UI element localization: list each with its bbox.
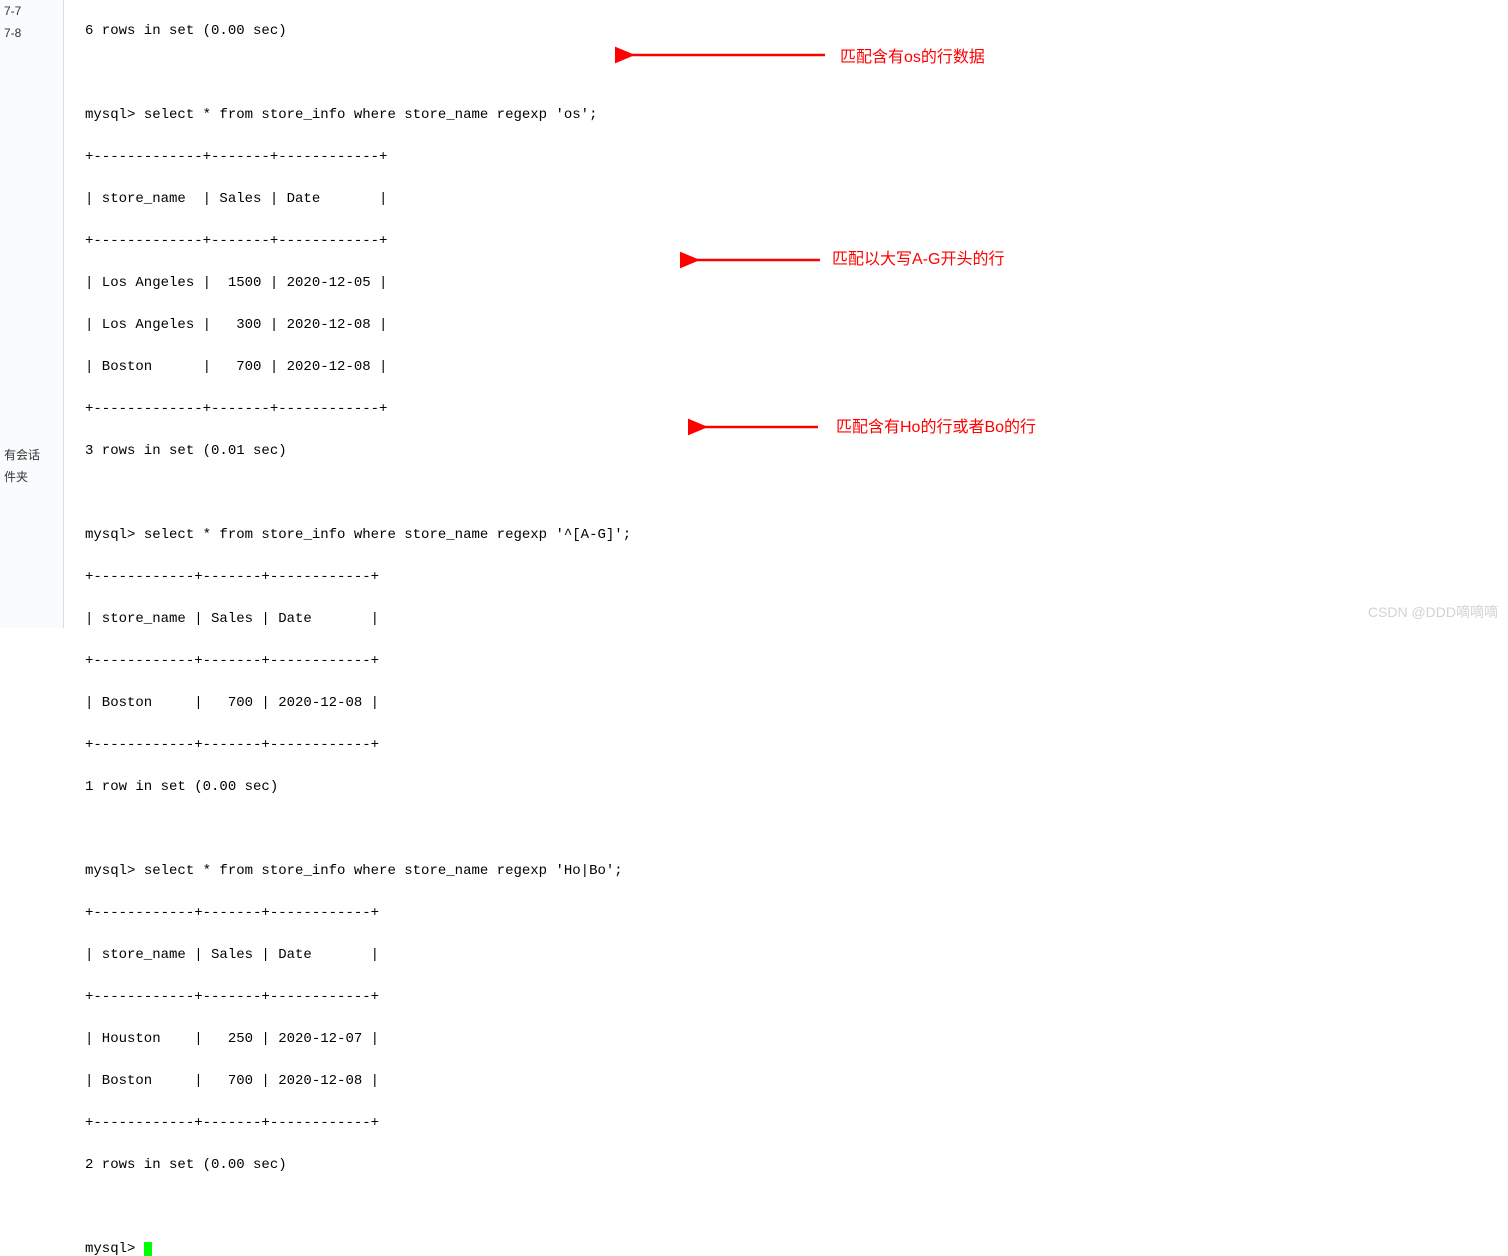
status-line: 6 rows in set (0.00 sec) [85,21,631,42]
table-row: | Boston | 700 | 2020-12-08 | [85,1071,631,1092]
mysql-prompt: mysql> [85,107,144,123]
query-line-2: mysql> select * from store_info where st… [85,525,631,546]
arrow-icon-1 [615,40,835,70]
blank-line [85,819,631,840]
table-header: | store_name | Sales | Date | [85,945,631,966]
mysql-prompt: mysql> [85,1241,144,1256]
arrow-icon-3 [688,412,828,442]
query-line-1: mysql> select * from store_info where st… [85,105,631,126]
annotation-1: 匹配含有os的行数据 [840,46,985,70]
table-row: | Boston | 700 | 2020-12-08 | [85,693,631,714]
table-border: +-------------+-------+------------+ [85,399,631,420]
table-border: +------------+-------+------------+ [85,1113,631,1134]
table-header: | store_name | Sales | Date | [85,609,631,630]
table-border: +------------+-------+------------+ [85,567,631,588]
sidebar-bottom-item-0[interactable]: 有会话 [0,444,64,466]
query-line-3: mysql> select * from store_info where st… [85,861,631,882]
table-header: | store_name | Sales | Date | [85,189,631,210]
blank-line [85,1197,631,1218]
mysql-prompt: mysql> [85,863,144,879]
table-border: +-------------+-------+------------+ [85,147,631,168]
sidebar-fragment: 7-7 7-8 有会话 件夹 [0,0,64,628]
sidebar-bottom-item-1[interactable]: 件夹 [0,466,64,488]
sidebar-item-0[interactable]: 7-7 [0,0,63,22]
table-row: | Los Angeles | 1500 | 2020-12-05 | [85,273,631,294]
prompt-line: mysql> [85,1239,631,1256]
arrow-icon-2 [680,245,830,275]
table-border: +-------------+-------+------------+ [85,231,631,252]
table-border: +------------+-------+------------+ [85,735,631,756]
annotation-3: 匹配含有Ho的行或者Bo的行 [836,416,1036,440]
watermark: CSDN @DDD嘀嘀嘀 [1368,602,1498,623]
table-row: | Boston | 700 | 2020-12-08 | [85,357,631,378]
sidebar-item-1[interactable]: 7-8 [0,22,63,44]
result-line: 1 row in set (0.00 sec) [85,777,631,798]
blank-line [85,483,631,504]
table-border: +------------+-------+------------+ [85,987,631,1008]
result-line: 3 rows in set (0.01 sec) [85,441,631,462]
query-text: select * from store_info where store_nam… [144,107,598,123]
blank-line [85,63,631,84]
query-text: select * from store_info where store_nam… [144,527,631,543]
table-row: | Houston | 250 | 2020-12-07 | [85,1029,631,1050]
table-row: | Los Angeles | 300 | 2020-12-08 | [85,315,631,336]
table-border: +------------+-------+------------+ [85,651,631,672]
annotation-2: 匹配以大写A-G开头的行 [832,248,1004,272]
table-border: +------------+-------+------------+ [85,903,631,924]
terminal-output[interactable]: 6 rows in set (0.00 sec) mysql> select *… [85,0,631,1256]
mysql-prompt: mysql> [85,527,144,543]
result-line: 2 rows in set (0.00 sec) [85,1155,631,1176]
query-text: select * from store_info where store_nam… [144,863,623,879]
terminal-cursor [144,1242,152,1256]
